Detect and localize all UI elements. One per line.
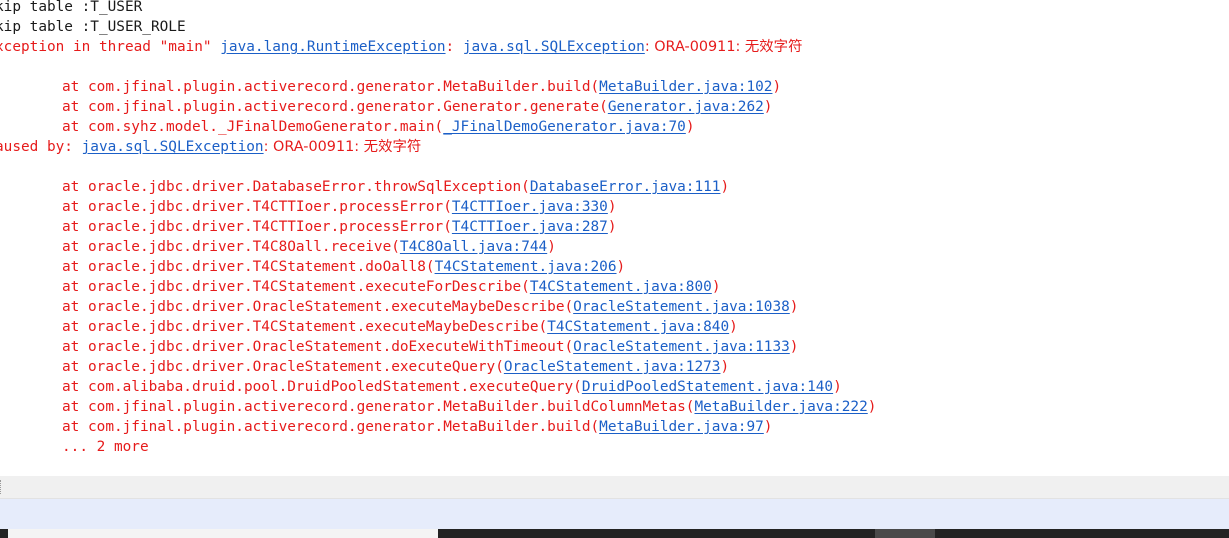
console-line-skip-user-role: kip table :T_USER_ROLE <box>0 17 186 37</box>
stack-frame: at com.jfinal.plugin.activerecord.genera… <box>0 97 772 117</box>
frame-source-link[interactable]: OracleStatement.java:1273 <box>504 359 721 375</box>
caused-by-prefix: aused by: <box>0 139 82 155</box>
console-line-skip-user: kip table :T_USER <box>0 0 142 17</box>
frame-source-link[interactable]: MetaBuilder.java:222 <box>694 399 867 415</box>
frame-source-link[interactable]: _JFinalDemoGenerator.java:70 <box>443 119 686 135</box>
frame-method: at oracle.jdbc.driver.DatabaseError.thro… <box>62 179 530 195</box>
frame-method: at oracle.jdbc.driver.T4C8Oall.receive( <box>62 239 400 255</box>
frame-close: ) <box>867 399 877 415</box>
frame-close: ) <box>789 339 799 355</box>
exception-line: xception in thread "main" java.lang.Runt… <box>0 37 802 57</box>
frame-method: at oracle.jdbc.driver.T4CTTIoer.processE… <box>62 199 452 215</box>
frame-method: at com.jfinal.plugin.activerecord.genera… <box>62 99 608 115</box>
stack-frame: at oracle.jdbc.driver.T4CStatement.doOal… <box>0 257 625 277</box>
stack-frame: at oracle.jdbc.driver.T4C8Oall.receive(T… <box>0 237 556 257</box>
stack-frame: at com.jfinal.plugin.activerecord.genera… <box>0 417 772 437</box>
frame-source-link[interactable]: T4CStatement.java:800 <box>530 279 712 295</box>
stack-frame: at oracle.jdbc.driver.OracleStatement.ex… <box>0 297 798 317</box>
frame-method: at oracle.jdbc.driver.T4CTTIoer.processE… <box>62 219 452 235</box>
frame-method: at com.jfinal.plugin.activerecord.genera… <box>62 399 695 415</box>
console-output: kip table :T_USER kip table :T_USER_ROLE… <box>0 0 1229 476</box>
frame-source-link[interactable]: T4CStatement.java:206 <box>435 259 617 275</box>
stack-frame: at com.alibaba.druid.pool.DruidPooledSta… <box>0 377 842 397</box>
exception-prefix: xception in thread "main" <box>0 39 221 55</box>
skip-user-text: kip table :T_USER <box>0 0 143 15</box>
console-input-area[interactable] <box>0 499 1229 529</box>
frame-method: at com.jfinal.plugin.activerecord.genera… <box>62 419 600 435</box>
stack-frame: at com.syhz.model._JFinalDemoGenerator.m… <box>0 117 694 137</box>
stack-frame: at oracle.jdbc.driver.T4CStatement.execu… <box>0 317 738 337</box>
stack-frame: at oracle.jdbc.driver.DatabaseError.thro… <box>0 177 729 197</box>
frame-close: ) <box>685 119 695 135</box>
stack-frame: at oracle.jdbc.driver.T4CTTIoer.processE… <box>0 217 617 237</box>
console-status-strip <box>0 476 1229 499</box>
more-frames-line: ... 2 more <box>0 437 149 457</box>
frame-source-link[interactable]: Generator.java:262 <box>608 99 764 115</box>
frame-method: at oracle.jdbc.driver.T4CStatement.execu… <box>62 279 530 295</box>
exception-message: : ORA-00911: 无效字符 <box>644 39 803 55</box>
taskbar-search-box[interactable] <box>8 529 438 538</box>
frame-close: ) <box>711 279 721 295</box>
stack-frame: at oracle.jdbc.driver.T4CTTIoer.processE… <box>0 197 617 217</box>
splitter-handle[interactable] <box>0 480 3 494</box>
taskbar <box>0 529 1229 538</box>
frame-method: at oracle.jdbc.driver.T4CStatement.doOal… <box>62 259 435 275</box>
frame-method: at com.syhz.model._JFinalDemoGenerator.m… <box>62 119 444 135</box>
frame-source-link[interactable]: T4CStatement.java:840 <box>547 319 729 335</box>
stack-frame: at oracle.jdbc.driver.OracleStatement.do… <box>0 337 798 357</box>
frame-close: ) <box>616 259 626 275</box>
frame-source-link[interactable]: MetaBuilder.java:97 <box>599 419 764 435</box>
frame-source-link[interactable]: DruidPooledStatement.java:140 <box>582 379 833 395</box>
exception-separator: : <box>445 39 463 55</box>
skip-user-role-text: kip table :T_USER_ROLE <box>0 19 186 35</box>
caused-by-line: aused by: java.sql.SQLException: ORA-009… <box>0 137 421 157</box>
frame-source-link[interactable]: T4C8Oall.java:744 <box>400 239 547 255</box>
caused-by-sql-exception-link[interactable]: java.sql.SQLException <box>82 139 264 155</box>
frame-source-link[interactable]: OracleStatement.java:1038 <box>573 299 790 315</box>
stack-frame: at com.jfinal.plugin.activerecord.genera… <box>0 77 781 97</box>
frame-close: ) <box>763 99 773 115</box>
sql-exception-link[interactable]: java.sql.SQLException <box>463 39 645 55</box>
frame-source-link[interactable]: OracleStatement.java:1133 <box>573 339 790 355</box>
frame-source-link[interactable]: T4CTTIoer.java:287 <box>452 219 608 235</box>
more-frames-text: ... 2 more <box>62 439 149 455</box>
stack-frame: at oracle.jdbc.driver.T4CStatement.execu… <box>0 277 720 297</box>
frame-source-link[interactable]: DatabaseError.java:111 <box>530 179 721 195</box>
frame-method: at com.jfinal.plugin.activerecord.genera… <box>62 79 600 95</box>
frame-close: ) <box>720 179 730 195</box>
taskbar-app-button[interactable] <box>875 529 935 538</box>
frame-close: ) <box>607 199 617 215</box>
frame-close: ) <box>547 239 556 255</box>
frame-method: at oracle.jdbc.driver.OracleStatement.do… <box>62 339 574 355</box>
frame-close: ) <box>763 419 773 435</box>
frame-method: at oracle.jdbc.driver.OracleStatement.ex… <box>62 359 504 375</box>
frame-source-link[interactable]: MetaBuilder.java:102 <box>599 79 772 95</box>
frame-method: at com.alibaba.druid.pool.DruidPooledSta… <box>62 379 582 395</box>
runtime-exception-link[interactable]: java.lang.RuntimeException <box>220 39 445 55</box>
frame-close: ) <box>720 359 730 375</box>
frame-method: at oracle.jdbc.driver.T4CStatement.execu… <box>62 319 548 335</box>
frame-close: ) <box>833 379 842 395</box>
stack-frame: at com.jfinal.plugin.activerecord.genera… <box>0 397 876 417</box>
frame-source-link[interactable]: T4CTTIoer.java:330 <box>452 199 608 215</box>
caused-by-message: : ORA-00911: 无效字符 <box>263 139 422 155</box>
frame-method: at oracle.jdbc.driver.OracleStatement.ex… <box>62 299 574 315</box>
frame-close: ) <box>607 219 617 235</box>
frame-close: ) <box>772 79 782 95</box>
stack-frame: at oracle.jdbc.driver.OracleStatement.ex… <box>0 357 729 377</box>
frame-close: ) <box>729 319 738 335</box>
frame-close: ) <box>789 299 799 315</box>
